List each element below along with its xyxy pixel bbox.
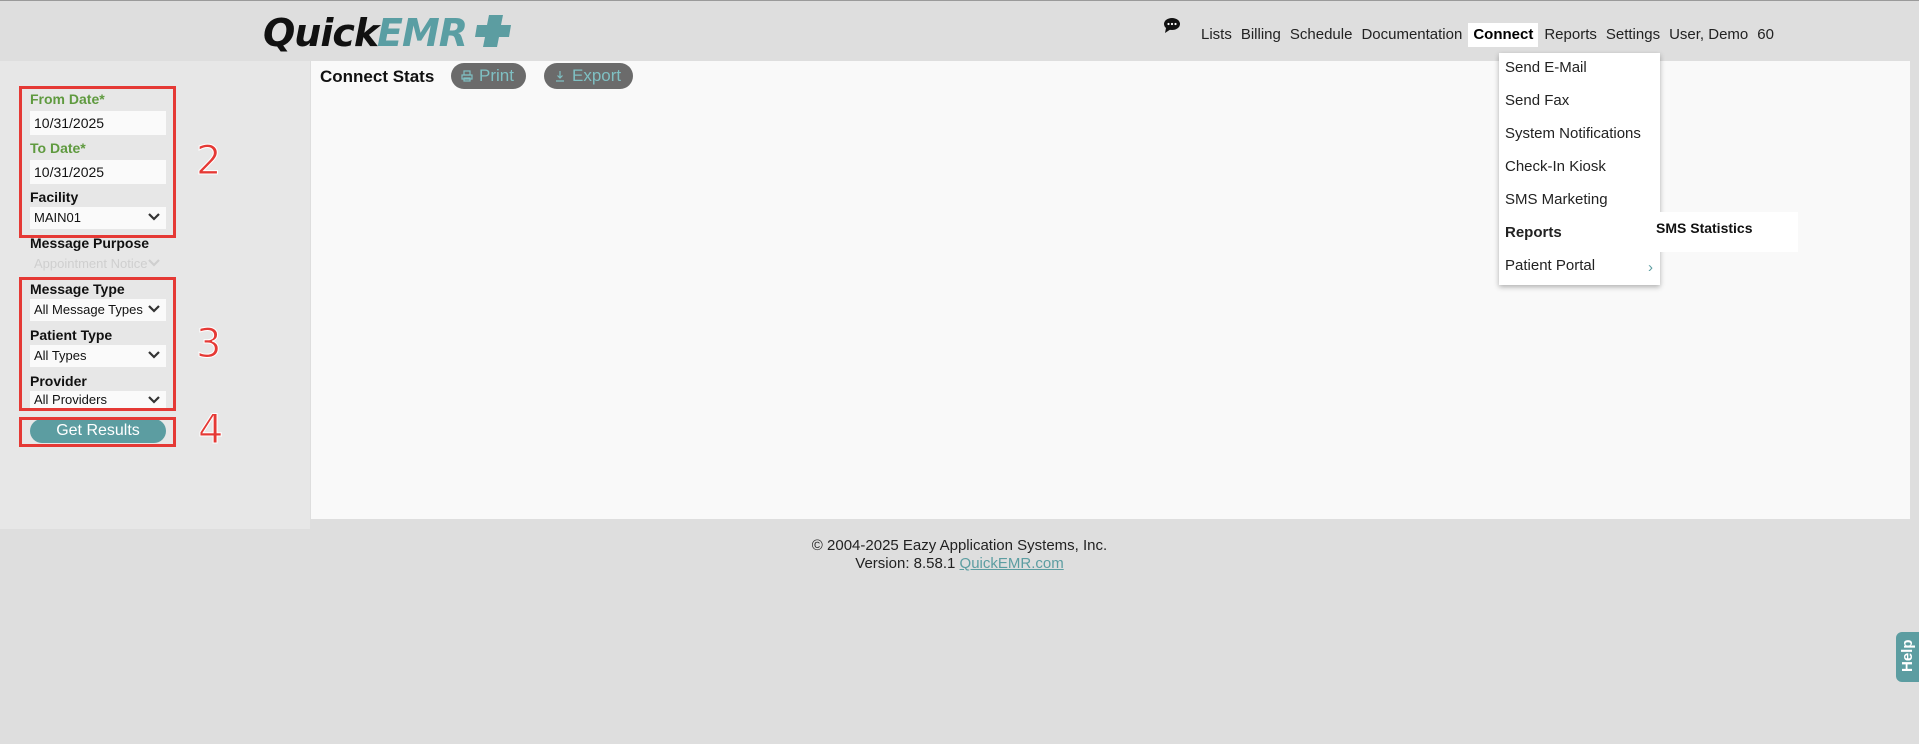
menu-item-system-notifications[interactable]: System Notifications xyxy=(1505,125,1641,142)
print-button[interactable]: Print xyxy=(451,63,526,89)
menu-item-patient-portal[interactable]: Patient Portal xyxy=(1505,257,1595,274)
step-number-2: 2 xyxy=(195,138,222,185)
top-navigation: Lists Billing Schedule Documentation Con… xyxy=(1198,23,1780,47)
reports-submenu: SMS Statistics xyxy=(1650,212,1798,252)
menu-item-sms-marketing[interactable]: SMS Marketing xyxy=(1505,191,1608,208)
message-purpose-value: Appointment Notice xyxy=(34,256,148,271)
nav-documentation[interactable]: Documentation xyxy=(1358,23,1465,47)
connect-dropdown-menu: Send E-Mail Send Fax System Notification… xyxy=(1499,53,1660,285)
nav-connect[interactable]: Connect xyxy=(1468,23,1539,47)
print-label: Print xyxy=(479,66,514,85)
version-text: Version: 8.58.1 xyxy=(855,555,956,572)
annotation-box-get-results xyxy=(19,417,176,447)
header: Quick EMR Lists Billing Schedule Documen… xyxy=(0,1,1919,61)
quickemr-logo[interactable]: Quick EMR xyxy=(263,9,517,55)
session-timer: 60 xyxy=(1757,26,1774,43)
chevron-down-icon xyxy=(148,259,160,267)
page-title: Connect Stats xyxy=(320,67,435,86)
logo-text-emr: EMR xyxy=(377,11,468,55)
nav-billing[interactable]: Billing xyxy=(1238,23,1284,47)
help-tab[interactable]: Help xyxy=(1896,632,1919,682)
copyright-text: © 2004-2025 Eazy Application Systems, In… xyxy=(811,537,1108,554)
chevron-right-icon: › xyxy=(1648,259,1653,276)
logo-plus-icon xyxy=(475,15,511,47)
quickemr-link[interactable]: QuickEMR.com xyxy=(960,555,1064,572)
menu-item-check-in-kiosk[interactable]: Check-In Kiosk xyxy=(1505,158,1606,175)
logo-text-quick: Quick xyxy=(263,11,379,55)
menu-item-reports[interactable]: Reports xyxy=(1505,224,1562,241)
export-button[interactable]: Export xyxy=(544,63,634,89)
nav-reports[interactable]: Reports xyxy=(1541,23,1600,47)
footer: © 2004-2025 Eazy Application Systems, In… xyxy=(0,537,1919,573)
menu-item-send-email[interactable]: Send E-Mail xyxy=(1505,59,1587,76)
nav-settings[interactable]: Settings xyxy=(1603,23,1663,47)
help-label: Help xyxy=(1899,639,1916,672)
step-number-3: 3 xyxy=(195,321,222,368)
nav-schedule[interactable]: Schedule xyxy=(1287,23,1356,47)
nav-user-menu[interactable]: User, Demo xyxy=(1666,23,1751,47)
export-label: Export xyxy=(572,66,622,85)
main-panel: Connect Stats Print Export xyxy=(311,61,1910,519)
message-purpose-select: Appointment Notice xyxy=(30,253,166,275)
annotation-box-dates-facility xyxy=(19,86,176,238)
chat-bubble-icon[interactable] xyxy=(1163,17,1181,33)
annotation-box-message-filters xyxy=(19,277,176,411)
menu-item-send-fax[interactable]: Send Fax xyxy=(1505,92,1569,109)
version-line: Version: 8.58.1 QuickEMR.com xyxy=(0,555,1919,573)
step-number-4: 4 xyxy=(197,407,224,454)
submenu-item-sms-statistics[interactable]: SMS Statistics xyxy=(1656,220,1752,236)
export-icon xyxy=(556,71,564,82)
nav-lists[interactable]: Lists xyxy=(1198,23,1235,47)
printer-icon xyxy=(461,70,473,82)
